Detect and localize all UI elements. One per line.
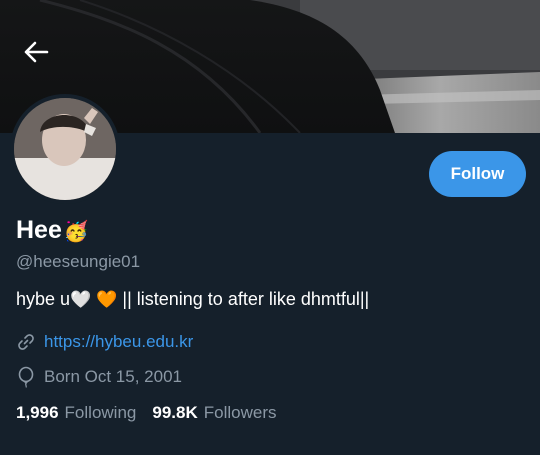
white-heart-emoji: 🤍: [70, 290, 92, 310]
bio: hybe u🤍 🧡 || listening to after like dhm…: [16, 289, 369, 310]
orange-heart-emoji: 🧡: [96, 290, 118, 310]
following-stat[interactable]: 1,996 Following: [16, 403, 136, 423]
balloon-icon: [18, 366, 34, 388]
follow-stats: 1,996 Following 99.8K Followers: [16, 403, 276, 423]
followers-label: Followers: [203, 403, 277, 422]
bio-prefix: hybe u: [16, 289, 71, 309]
followers-count: 99.8K: [152, 403, 198, 422]
display-name: Hee 🥳: [16, 216, 89, 245]
party-emoji: 🥳: [63, 218, 89, 243]
following-count: 1,996: [16, 403, 59, 422]
display-name-text: Hee: [16, 216, 62, 244]
website-link[interactable]: https://hybeu.edu.kr: [44, 332, 193, 352]
following-label: Following: [64, 403, 137, 422]
followers-stat[interactable]: 99.8K Followers: [152, 403, 276, 423]
avatar-image: [14, 98, 116, 200]
back-arrow-icon: [24, 41, 49, 63]
avatar[interactable]: [10, 94, 120, 204]
username-handle: @heeseungie01: [16, 252, 141, 271]
back-button[interactable]: [14, 32, 58, 72]
bio-suffix: || listening to after like dhmtful||: [117, 289, 370, 309]
birthday-row: Born Oct 15, 2001: [16, 366, 182, 388]
website-row: https://hybeu.edu.kr: [16, 332, 193, 352]
follow-button[interactable]: Follow: [429, 151, 526, 197]
link-icon: [18, 334, 34, 350]
birthday-text: Born Oct 15, 2001: [44, 367, 182, 386]
